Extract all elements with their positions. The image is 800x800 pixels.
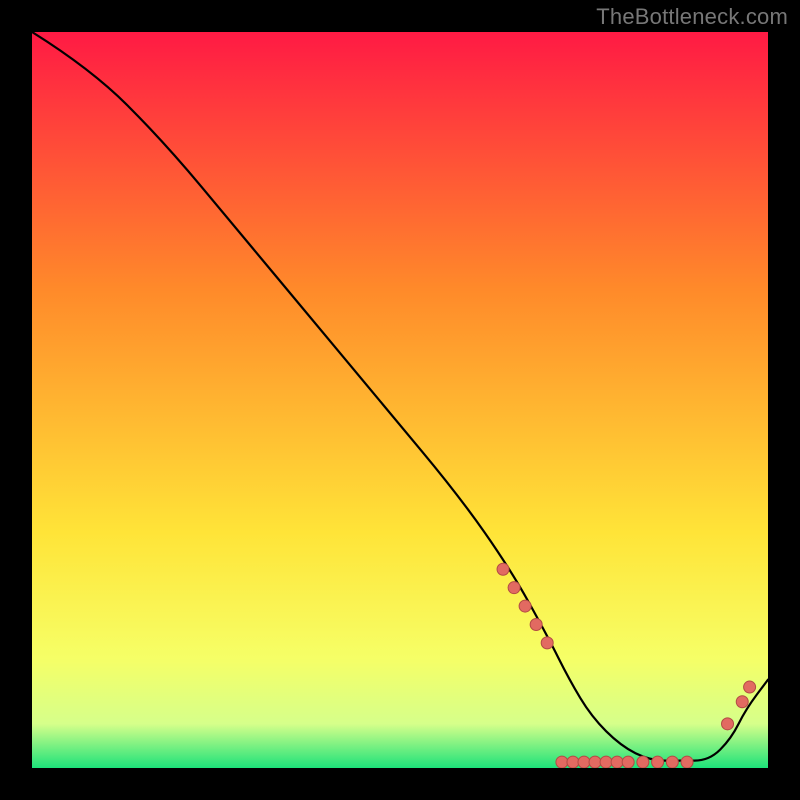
bottleneck-curve	[32, 32, 768, 761]
data-marker	[744, 681, 756, 693]
data-marker	[541, 637, 553, 649]
data-marker	[600, 756, 612, 768]
data-marker	[578, 756, 590, 768]
data-marker	[637, 756, 649, 768]
data-marker	[589, 756, 601, 768]
data-marker	[722, 718, 734, 730]
data-marker	[622, 756, 634, 768]
data-marker	[556, 756, 568, 768]
data-marker	[567, 756, 579, 768]
data-marker	[497, 563, 509, 575]
data-marker	[611, 756, 623, 768]
data-marker	[530, 618, 542, 630]
data-marker	[652, 756, 664, 768]
data-marker	[681, 756, 693, 768]
chart-stage: TheBottleneck.com	[0, 0, 800, 800]
plot-area	[32, 32, 768, 768]
watermark-text: TheBottleneck.com	[596, 4, 788, 30]
data-marker	[508, 582, 520, 594]
data-marker	[736, 696, 748, 708]
data-marker	[519, 600, 531, 612]
curve-layer	[32, 32, 768, 768]
data-marker	[666, 756, 678, 768]
